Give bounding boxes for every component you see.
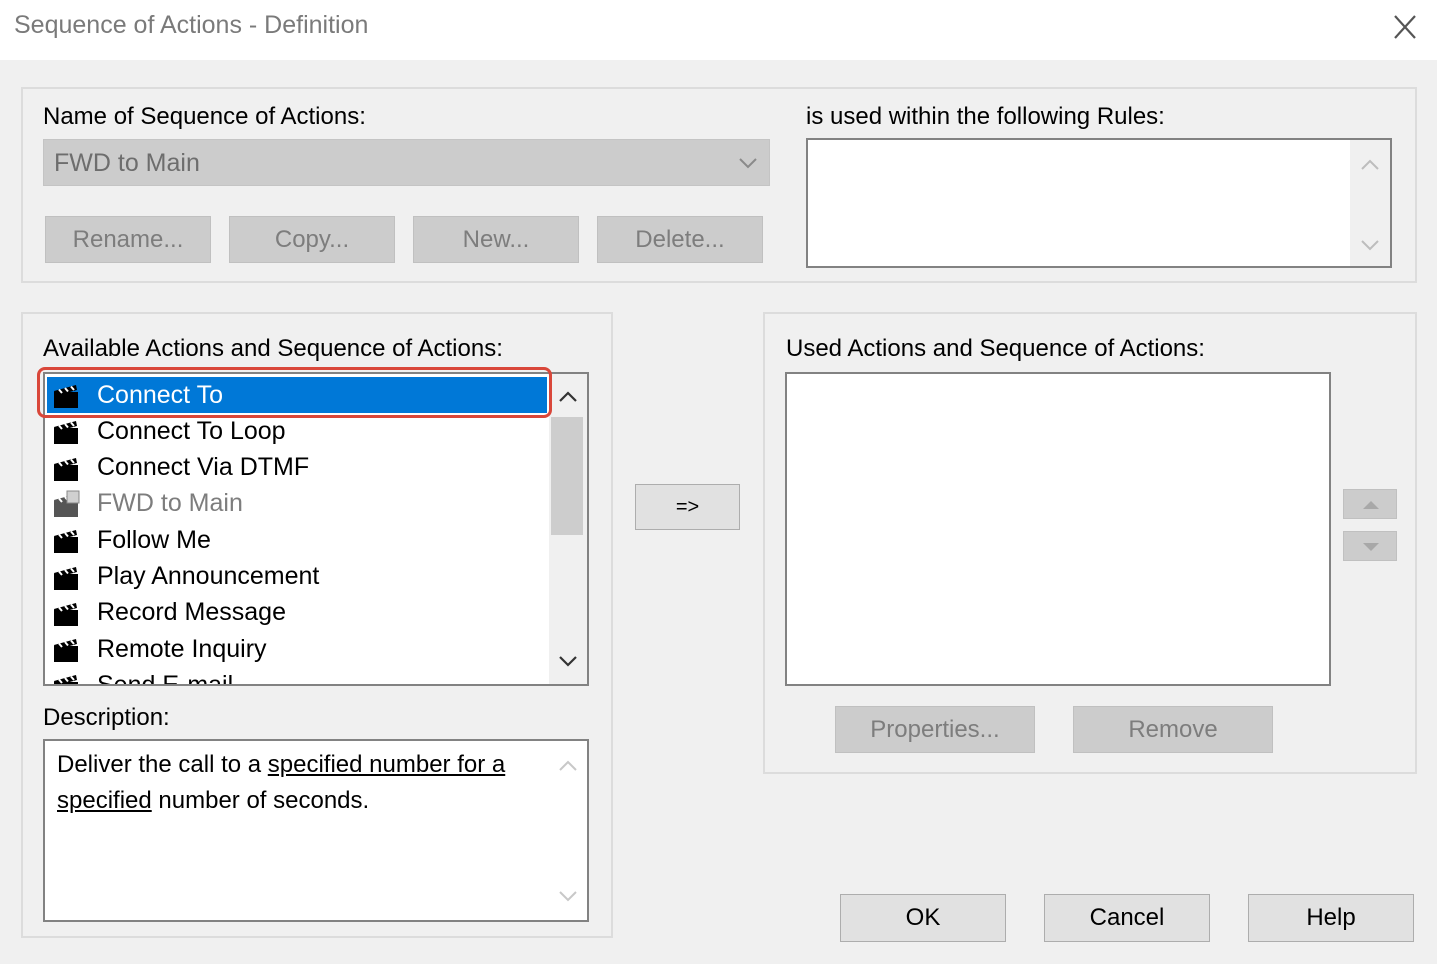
list-item[interactable]: FWD to Main (47, 486, 547, 522)
sequence-icon (54, 490, 80, 517)
scroll-up-icon[interactable] (1359, 156, 1381, 174)
list-item[interactable]: Send E-mail (47, 667, 547, 686)
clapperboard-icon (54, 639, 78, 663)
list-item[interactable]: Follow Me (47, 522, 547, 558)
help-button[interactable]: Help (1248, 894, 1414, 942)
description-link[interactable]: specified (57, 787, 152, 814)
close-icon[interactable] (1383, 8, 1427, 48)
list-item[interactable]: Connect To Loop (47, 413, 547, 449)
triangle-up-icon (1363, 501, 1379, 509)
new-button[interactable]: New... (413, 216, 579, 263)
list-item-label: Connect Via DTMF (97, 453, 310, 482)
list-item-label: Connect To (97, 380, 224, 409)
scroll-up-icon[interactable] (557, 388, 579, 406)
clapperboard-icon (54, 421, 78, 445)
rules-label: is used within the following Rules: (806, 103, 1165, 130)
scroll-up-icon[interactable] (557, 757, 579, 775)
list-item-label: Record Message (97, 598, 286, 627)
used-actions-list[interactable] (785, 372, 1331, 686)
rename-button[interactable]: Rename... (45, 216, 211, 263)
add-action-button[interactable]: => (635, 484, 740, 530)
list-item[interactable]: Play Announcement (47, 559, 547, 595)
available-actions-list[interactable]: Connect To Connect To Loop Connect Via DTM… (43, 372, 589, 686)
description-text: Deliver the call to a specified number f… (57, 747, 537, 819)
available-label: Available Actions and Sequence of Action… (43, 335, 503, 362)
description-box: Deliver the call to a specified number f… (43, 739, 589, 922)
clapperboard-icon (54, 675, 78, 684)
clapperboard-icon (54, 385, 78, 408)
list-item-label: Connect To Loop (97, 416, 286, 445)
sequence-name-value: FWD to Main (54, 149, 200, 177)
cancel-button[interactable]: Cancel (1044, 894, 1210, 942)
list-item[interactable]: Connect To (47, 377, 547, 413)
properties-button[interactable]: Properties... (835, 706, 1035, 753)
scroll-thumb[interactable] (551, 417, 583, 535)
description-scrollbar[interactable] (549, 741, 587, 920)
copy-button[interactable]: Copy... (229, 216, 395, 263)
rules-listbox[interactable] (806, 138, 1392, 268)
move-up-button[interactable] (1343, 489, 1397, 519)
delete-button[interactable]: Delete... (597, 216, 763, 263)
clapperboard-icon (54, 457, 78, 481)
sequence-name-label: Name of Sequence of Actions: (43, 103, 366, 130)
sequence-name-combobox[interactable]: FWD to Main (43, 139, 770, 186)
move-down-button[interactable] (1343, 531, 1397, 561)
available-scrollbar[interactable] (549, 374, 587, 684)
title-bar: Sequence of Actions - Definition (0, 0, 1437, 60)
rules-scrollbar[interactable] (1350, 140, 1390, 266)
description-link[interactable]: specified number for a (268, 751, 505, 778)
list-item-label: FWD to Main (97, 489, 243, 518)
description-part1: Deliver the call to a (57, 751, 268, 778)
window-title: Sequence of Actions - Definition (14, 11, 369, 39)
list-item[interactable]: Connect Via DTMF (47, 450, 547, 486)
scroll-down-icon[interactable] (557, 887, 579, 905)
clapperboard-icon (54, 530, 78, 554)
clapperboard-icon (54, 566, 78, 590)
list-item-label: Remote Inquiry (97, 634, 267, 663)
list-item[interactable]: Remote Inquiry (47, 631, 547, 667)
list-item-label: Send E-mail (97, 670, 234, 686)
list-item[interactable]: Record Message (47, 595, 547, 631)
scroll-down-icon[interactable] (1359, 236, 1381, 254)
description-part2: number of seconds. (151, 787, 370, 814)
used-label: Used Actions and Sequence of Actions: (786, 335, 1205, 362)
triangle-down-icon (1363, 543, 1379, 551)
chevron-down-icon (739, 158, 757, 169)
scroll-down-icon[interactable] (557, 652, 579, 670)
list-item-label: Follow Me (97, 525, 211, 554)
description-label: Description: (43, 704, 170, 731)
list-item-label: Play Announcement (97, 562, 320, 590)
ok-button[interactable]: OK (840, 894, 1006, 942)
remove-button[interactable]: Remove (1073, 706, 1273, 753)
clapperboard-icon (54, 602, 78, 626)
